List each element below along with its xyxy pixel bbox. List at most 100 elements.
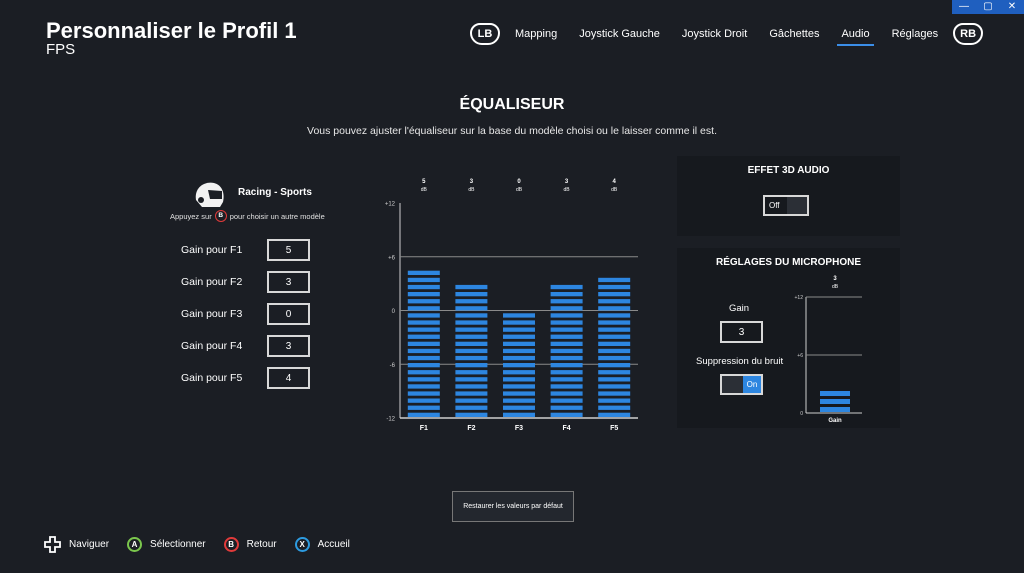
bar-f5-segment <box>598 320 631 325</box>
footer-home[interactable]: X Accueil <box>294 537 350 552</box>
bar-f5-segment <box>598 306 631 311</box>
y-tick-label: -6 <box>390 363 396 369</box>
toggle-knob <box>722 376 743 393</box>
audio3d-title: EFFET 3D AUDIO <box>747 165 830 176</box>
tab-reglages[interactable]: Réglages <box>892 22 938 46</box>
footer-select[interactable]: A Sélectionner <box>127 537 206 552</box>
unit-label: dB <box>468 187 475 193</box>
bar-f4-segment <box>550 306 583 311</box>
data-label: 3 <box>565 179 569 185</box>
tab-joystick-droit[interactable]: Joystick Droit <box>682 22 747 46</box>
unit-label: dB <box>611 187 618 193</box>
bar-f5-segment <box>598 370 631 375</box>
profile-subtitle: FPS <box>46 41 76 58</box>
data-label: 5 <box>422 179 426 185</box>
noise-suppression-label: Suppression du bruit <box>696 356 784 367</box>
restore-defaults-button[interactable]: Restaurer les valeurs par défaut <box>452 491 574 522</box>
microphone-title: RÉGLAGES DU MICROPHONE <box>715 257 861 268</box>
minimize-icon[interactable]: — <box>952 0 976 14</box>
bar-f5-segment <box>598 384 631 389</box>
tab-mapping[interactable]: Mapping <box>515 22 557 46</box>
window-controls: — ▢ ✕ <box>952 0 1024 14</box>
bar-f5-segment <box>598 327 631 332</box>
bar-f2-segment <box>455 341 488 346</box>
bar-f2-segment <box>455 292 488 297</box>
gain-label: Gain pour F5 <box>181 372 243 384</box>
bar-f1-segment <box>407 320 440 325</box>
gain-label: Gain pour F2 <box>181 276 243 288</box>
data-label: 3 <box>833 276 837 282</box>
bar-f5-segment <box>598 284 631 290</box>
bar-f5-segment <box>598 299 631 304</box>
bar-f4-segment <box>550 377 583 382</box>
bar-f5-segment <box>598 412 631 417</box>
equalizer-description: Vous pouvez ajuster l'équaliseur sur la … <box>307 125 717 137</box>
x-tick-label: F5 <box>610 425 618 432</box>
bar-f5-segment <box>598 348 631 354</box>
bar-f5-segment <box>598 405 631 410</box>
bar-f1-segment <box>407 370 440 375</box>
dpad-icon <box>44 536 61 553</box>
bar-f2-segment <box>455 327 488 332</box>
gain-input-f3[interactable]: 0 <box>267 303 310 325</box>
y-tick-label: -12 <box>386 417 395 423</box>
bar-f1-segment <box>407 334 440 339</box>
gain-label: Gain pour F1 <box>181 244 243 256</box>
bar-f4-segment <box>550 299 583 304</box>
tab-audio[interactable]: Audio <box>837 22 874 46</box>
bar-f1-segment <box>407 270 440 275</box>
bar-f3-segment <box>503 377 535 382</box>
tab-gachettes[interactable]: Gâchettes <box>769 22 819 46</box>
bar-f3-segment <box>503 398 535 403</box>
mic-gain-input[interactable]: 3 <box>720 321 763 343</box>
bar-f2-segment <box>455 384 488 389</box>
unit-label: dB <box>421 187 428 193</box>
noise-suppression-toggle[interactable]: On <box>720 374 763 395</box>
bar-f3-segment <box>503 327 535 332</box>
y-tick-label: +6 <box>797 353 803 359</box>
footer-navigate[interactable]: Naviguer <box>44 536 109 553</box>
gain-input-f5[interactable]: 4 <box>267 367 310 389</box>
gain-input-f4[interactable]: 3 <box>267 335 310 357</box>
mic-gain-label: Gain <box>729 303 750 314</box>
gain-row-f1: Gain pour F1 5 <box>181 239 310 261</box>
footer-back[interactable]: B Retour <box>223 537 277 552</box>
tab-joystick-gauche[interactable]: Joystick Gauche <box>579 22 660 46</box>
bar-f4-segment <box>550 292 583 297</box>
footer-label: Retour <box>246 539 277 550</box>
hint-suffix: pour choisir un autre modèle <box>229 211 325 221</box>
bar-f5-segment <box>598 313 631 318</box>
bar-f1-segment <box>407 313 440 318</box>
bar-f5-segment <box>598 355 631 361</box>
unit-label: dB <box>516 187 523 193</box>
close-icon[interactable]: ✕ <box>1000 0 1024 14</box>
bar-f4-segment <box>550 313 583 318</box>
gain-row-f3: Gain pour F3 0 <box>181 303 310 325</box>
bar-f3-segment <box>503 391 535 396</box>
maximize-icon[interactable]: ▢ <box>976 0 1000 14</box>
bar-f5-segment <box>598 363 631 368</box>
mic-gain-bar-segment <box>820 407 850 412</box>
hint-prefix: Appuyez sur <box>170 211 212 221</box>
rb-bumper-icon[interactable]: RB <box>953 23 984 45</box>
bar-f1-segment <box>407 292 440 297</box>
gain-input-f2[interactable]: 3 <box>267 271 310 293</box>
gain-label: Gain pour F3 <box>181 308 243 320</box>
audio3d-toggle[interactable]: Off <box>763 195 809 216</box>
bar-f1-segment <box>407 412 440 417</box>
button-x-icon: X <box>294 537 310 552</box>
lb-bumper-icon[interactable]: LB <box>470 23 500 45</box>
mic-gain-bar-segment <box>820 399 850 404</box>
bar-f4-segment <box>550 412 583 417</box>
gain-label: Gain pour F4 <box>181 340 243 352</box>
bar-f2-segment <box>455 320 488 325</box>
helmet-icon <box>195 182 224 207</box>
x-tick-label: F3 <box>515 425 523 432</box>
gain-input-f1[interactable]: 5 <box>267 239 310 261</box>
bar-f1-segment <box>407 299 440 304</box>
bar-f3-segment <box>503 334 535 339</box>
bar-f3-segment <box>503 355 535 361</box>
button-b-icon: B <box>214 210 227 222</box>
bar-f3-segment <box>503 320 535 325</box>
bar-f2-segment <box>455 284 488 290</box>
